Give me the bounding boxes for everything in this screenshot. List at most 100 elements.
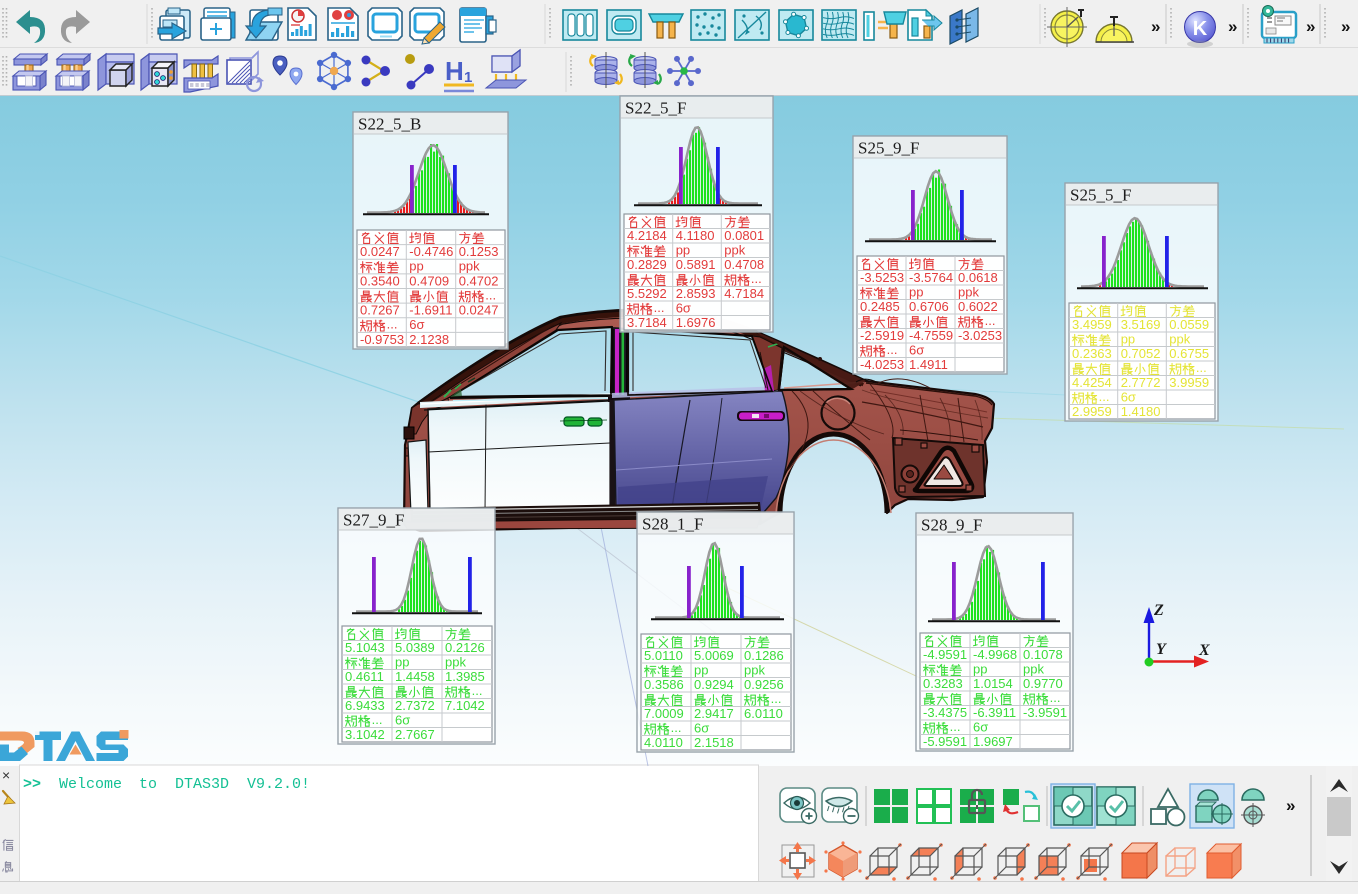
svg-text:...: ... (671, 720, 682, 735)
svg-text:-2.5919: -2.5919 (860, 328, 904, 343)
svg-text:S28_1_F: S28_1_F (642, 515, 703, 534)
svg-text:1.0154: 1.0154 (973, 676, 1013, 691)
svg-text:»: » (1341, 17, 1350, 36)
svg-text:1.3985: 1.3985 (445, 669, 485, 684)
svg-text:5.0110: 5.0110 (644, 648, 683, 663)
svg-text:...: ... (887, 342, 898, 357)
svg-text:4.7184: 4.7184 (724, 286, 764, 301)
svg-text:»: » (1151, 17, 1160, 36)
svg-text:0.7052: 0.7052 (1121, 346, 1161, 361)
svg-text:-0.4746: -0.4746 (409, 244, 453, 259)
svg-text:DTAS3D: DTAS3D (175, 776, 229, 793)
svg-text:Z: Z (1153, 602, 1164, 619)
svg-text:0.0618: 0.0618 (958, 270, 998, 285)
svg-text:6σ: 6σ (676, 300, 691, 315)
svg-text:-4.9591: -4.9591 (923, 647, 967, 662)
svg-text:3.5169: 3.5169 (1121, 317, 1161, 332)
svg-text:6σ: 6σ (694, 720, 709, 735)
svg-text:0.3586: 0.3586 (644, 677, 684, 692)
svg-text:1.4911: 1.4911 (909, 357, 948, 372)
svg-text:...: ... (950, 719, 961, 734)
svg-text:2.7772: 2.7772 (1121, 375, 1161, 390)
svg-text:0.0559: 0.0559 (1169, 317, 1209, 332)
svg-text:0.6706: 0.6706 (909, 299, 949, 314)
svg-text:pp: pp (409, 259, 423, 274)
svg-text:ppk: ppk (744, 662, 765, 677)
svg-text:H: H (445, 56, 464, 86)
svg-text:-6.3911: -6.3911 (973, 705, 1016, 720)
svg-text:0.9294: 0.9294 (694, 677, 734, 692)
svg-text:0.6022: 0.6022 (958, 299, 998, 314)
svg-text:2.9959: 2.9959 (1072, 404, 1112, 419)
svg-text:ppk: ppk (1023, 661, 1044, 676)
svg-text:»: » (1286, 796, 1295, 815)
svg-text:0.7267: 0.7267 (360, 303, 400, 318)
svg-text:5.0389: 5.0389 (395, 640, 435, 655)
svg-text:X: X (1198, 642, 1210, 659)
svg-text:K: K (1193, 18, 1208, 40)
svg-text:-3.9591: -3.9591 (1023, 705, 1067, 720)
svg-text:0.0801: 0.0801 (724, 228, 764, 243)
svg-text:7.0009: 7.0009 (644, 706, 684, 721)
svg-text:1.4458: 1.4458 (395, 669, 435, 684)
svg-text:...: ... (1196, 360, 1207, 375)
svg-text:4.0110: 4.0110 (644, 735, 683, 750)
svg-text:-0.9753: -0.9753 (360, 332, 404, 347)
svg-text:1.9697: 1.9697 (973, 734, 1013, 749)
svg-text:-3.0253: -3.0253 (958, 328, 1002, 343)
svg-text:0.3283: 0.3283 (923, 676, 963, 691)
svg-text:...: ... (485, 288, 496, 303)
svg-text:Y: Y (1156, 641, 1167, 658)
svg-text:2.1518: 2.1518 (694, 735, 734, 750)
svg-text:7.1042: 7.1042 (445, 698, 485, 713)
svg-text:0.4708: 0.4708 (724, 257, 764, 272)
svg-text:ppk: ppk (1169, 331, 1190, 346)
svg-text:-4.0253: -4.0253 (860, 357, 904, 372)
svg-text:0.1253: 0.1253 (459, 244, 499, 259)
svg-text:ppk: ppk (459, 259, 480, 274)
svg-text:ppk: ppk (724, 242, 745, 257)
svg-text:0.9770: 0.9770 (1023, 676, 1063, 691)
svg-text:...: ... (751, 271, 762, 286)
svg-text:3.1042: 3.1042 (345, 727, 385, 742)
svg-text:0.5891: 0.5891 (676, 257, 716, 272)
svg-text:-4.7559: -4.7559 (909, 328, 953, 343)
svg-text:6.9433: 6.9433 (345, 698, 385, 713)
svg-text:0.3540: 0.3540 (360, 273, 400, 288)
svg-text:ppk: ppk (958, 284, 979, 299)
svg-text:0.1286: 0.1286 (744, 648, 784, 663)
svg-text:1: 1 (464, 69, 472, 86)
svg-text:pp: pp (395, 654, 409, 669)
svg-text:2.8593: 2.8593 (676, 286, 716, 301)
svg-text:5.1043: 5.1043 (345, 640, 385, 655)
svg-text:0.1078: 0.1078 (1023, 647, 1063, 662)
svg-text:0.2485: 0.2485 (860, 299, 900, 314)
svg-text:Welcome: Welcome (59, 776, 122, 793)
svg-text:4.2184: 4.2184 (627, 228, 667, 243)
svg-text:...: ... (387, 317, 398, 332)
svg-text:-3.5764: -3.5764 (909, 270, 953, 285)
svg-text:0.0247: 0.0247 (459, 303, 499, 318)
svg-text:>>: >> (23, 776, 41, 793)
svg-text:-1.6911: -1.6911 (409, 303, 452, 318)
svg-text:S28_9_F: S28_9_F (921, 516, 982, 535)
svg-text:4.1180: 4.1180 (676, 228, 715, 243)
svg-text:-4.9968: -4.9968 (973, 647, 1017, 662)
svg-text:...: ... (985, 313, 996, 328)
svg-text:0.4709: 0.4709 (409, 273, 449, 288)
svg-text:0.9256: 0.9256 (744, 677, 784, 692)
svg-text:1.6976: 1.6976 (676, 315, 716, 330)
svg-text:...: ... (472, 683, 483, 698)
svg-text:...: ... (654, 300, 665, 315)
svg-text:0.0247: 0.0247 (360, 244, 400, 259)
svg-text:0.2363: 0.2363 (1072, 346, 1112, 361)
svg-text:6σ: 6σ (973, 719, 988, 734)
svg-text:5.5292: 5.5292 (627, 286, 667, 301)
svg-text:...: ... (1099, 389, 1110, 404)
svg-text:pp: pp (909, 284, 923, 299)
svg-text:pp: pp (694, 662, 708, 677)
svg-text:0.6755: 0.6755 (1169, 346, 1209, 361)
svg-text:5.0069: 5.0069 (694, 648, 734, 663)
svg-text:...: ... (372, 712, 383, 727)
svg-text:6σ: 6σ (1121, 389, 1136, 404)
